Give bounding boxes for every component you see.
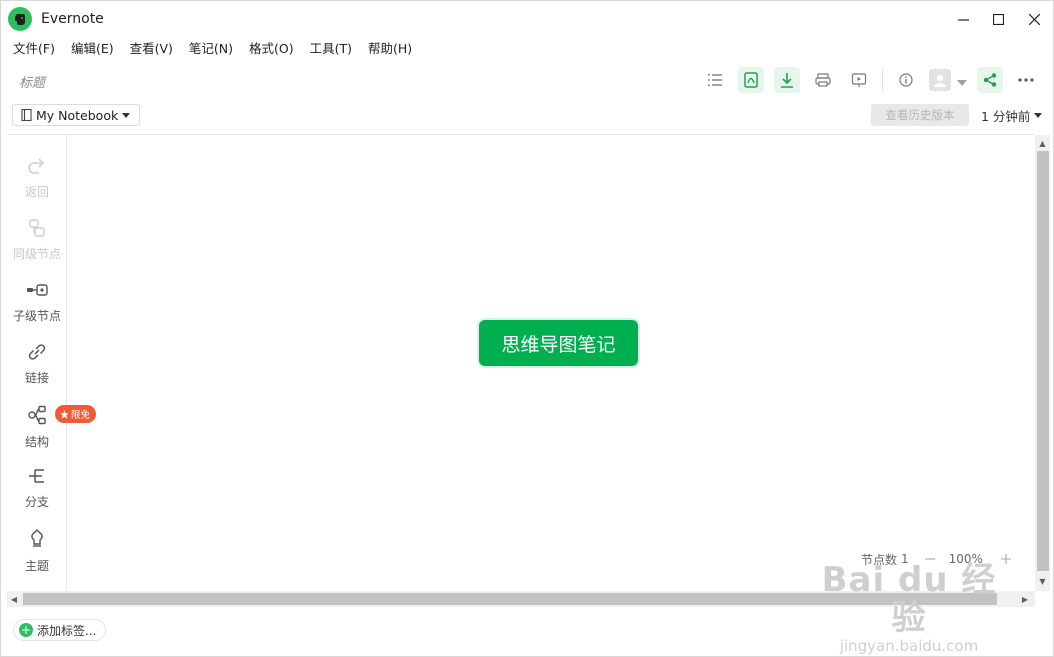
print-icon[interactable] bbox=[810, 67, 836, 93]
menu-bar: 文件(F) 编辑(E) 查看(V) 笔记(N) 格式(O) 工具(T) 帮助(H… bbox=[5, 39, 420, 59]
tool-sibling-node[interactable]: 同级节点 bbox=[7, 219, 67, 262]
present-icon[interactable] bbox=[846, 67, 872, 93]
chevron-down-icon bbox=[122, 112, 131, 118]
last-saved-dropdown[interactable]: 1 分钟前 bbox=[981, 106, 1043, 125]
sibling-node-icon bbox=[27, 219, 47, 241]
download-icon[interactable] bbox=[774, 67, 800, 93]
watermark-url: jingyan.baidu.com bbox=[839, 637, 979, 655]
watermark-brand: Bai du 经验 bbox=[821, 560, 997, 638]
branch-icon bbox=[27, 467, 47, 489]
evernote-logo-icon bbox=[8, 7, 32, 31]
tool-redo[interactable]: 返回 bbox=[7, 157, 67, 200]
info-icon[interactable] bbox=[893, 67, 919, 93]
tool-branch[interactable]: 分支 bbox=[7, 467, 67, 510]
minimize-button[interactable] bbox=[945, 7, 981, 31]
title-bar: Evernote bbox=[1, 1, 1054, 37]
child-node-icon bbox=[26, 281, 48, 303]
user-avatar-icon[interactable] bbox=[929, 69, 951, 91]
scroll-up-arrow-icon[interactable]: ▲ bbox=[1035, 137, 1050, 149]
star-icon bbox=[60, 409, 69, 419]
baidu-jingyan-watermark: Bai du 经验 jingyan.baidu.com bbox=[809, 561, 1009, 655]
share-icon[interactable] bbox=[977, 67, 1003, 93]
menu-edit[interactable]: 编辑(E) bbox=[63, 39, 122, 59]
tool-undo-partial bbox=[7, 127, 67, 137]
link-icon bbox=[27, 343, 47, 365]
app-title: Evernote bbox=[41, 11, 104, 27]
menu-help[interactable]: 帮助(H) bbox=[360, 39, 420, 59]
structure-icon bbox=[27, 405, 47, 429]
redo-icon bbox=[27, 157, 47, 179]
tool-label: 结构 bbox=[24, 435, 49, 449]
scroll-down-arrow-icon[interactable]: ▼ bbox=[1035, 575, 1050, 587]
free-promo-badge: 限免 bbox=[55, 405, 97, 423]
chevron-down-icon[interactable] bbox=[957, 71, 967, 90]
close-button[interactable] bbox=[1016, 7, 1052, 31]
toolbar-divider bbox=[882, 70, 883, 90]
add-tag-button[interactable]: + 添加标签... bbox=[13, 619, 107, 641]
chevron-down-icon bbox=[1034, 113, 1043, 118]
notebook-name: My Notebook bbox=[36, 107, 119, 123]
mindmap-root-node[interactable]: 思维导图笔记 bbox=[479, 320, 638, 366]
tool-label: 子级节点 bbox=[12, 309, 61, 323]
maximize-button[interactable] bbox=[980, 7, 1016, 31]
scroll-right-arrow-icon[interactable]: ▶ bbox=[1019, 593, 1031, 605]
plus-icon: + bbox=[19, 623, 33, 637]
notebook-icon bbox=[21, 109, 32, 121]
evernote-window: Evernote 文件(F) 编辑(E) 查看(V) 笔记(N) 格式(O) 工… bbox=[0, 0, 1054, 657]
menu-note[interactable]: 笔记(N) bbox=[181, 39, 241, 59]
menu-format[interactable]: 格式(O) bbox=[241, 39, 302, 59]
note-toolbar bbox=[692, 67, 1039, 93]
tool-child-node[interactable]: 子级节点 bbox=[7, 281, 67, 324]
pdf-icon[interactable] bbox=[738, 67, 764, 93]
tool-label: 同级节点 bbox=[12, 247, 61, 261]
tool-theme[interactable]: 主题 bbox=[7, 529, 67, 574]
tool-label: 分支 bbox=[24, 495, 49, 509]
more-icon[interactable] bbox=[1013, 67, 1039, 93]
note-title-input[interactable]: 标题 bbox=[19, 72, 45, 91]
scroll-left-arrow-icon[interactable]: ◀ bbox=[8, 593, 20, 605]
notebook-selector[interactable]: My Notebook bbox=[12, 104, 141, 126]
tool-label: 主题 bbox=[24, 559, 49, 573]
tool-label: 返回 bbox=[24, 185, 49, 199]
list-icon[interactable] bbox=[702, 67, 728, 93]
add-tag-label: 添加标签... bbox=[37, 623, 97, 638]
history-versions-button[interactable]: 查看历史版本 bbox=[871, 104, 969, 126]
tool-label: 链接 bbox=[24, 371, 49, 385]
menu-view[interactable]: 查看(V) bbox=[122, 39, 181, 59]
last-saved-label: 1 分钟前 bbox=[981, 109, 1031, 124]
vertical-scroll-thumb[interactable] bbox=[1037, 151, 1049, 571]
theme-icon bbox=[27, 529, 47, 553]
menu-tools[interactable]: 工具(T) bbox=[302, 39, 360, 59]
tool-link[interactable]: 链接 bbox=[7, 343, 67, 386]
promo-label: 限免 bbox=[71, 410, 91, 421]
mindmap-tool-panel: 返回 同级节点 子级节点 链接 结构 分支 主题 bbox=[7, 135, 67, 591]
menu-file[interactable]: 文件(F) bbox=[5, 39, 63, 59]
